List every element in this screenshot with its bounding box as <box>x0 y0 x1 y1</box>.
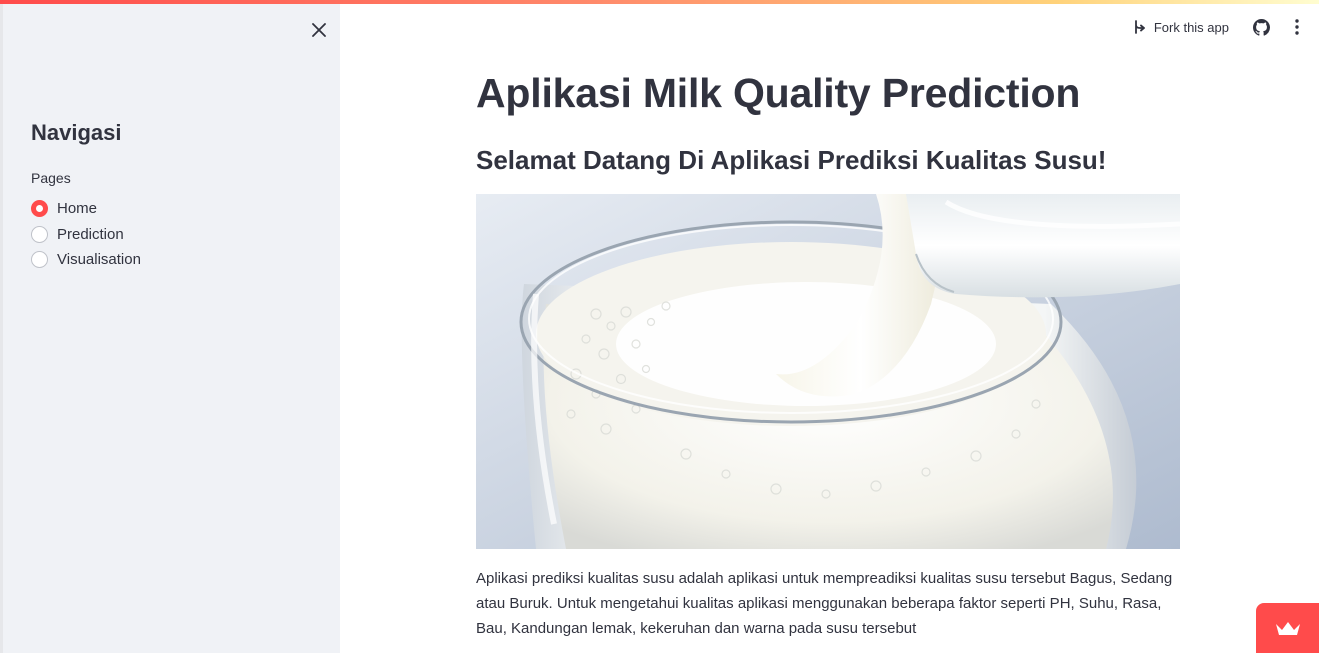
radio-option-prediction[interactable]: Prediction <box>31 222 141 248</box>
milk-pour-illustration <box>476 194 1180 549</box>
radio-option-label: Home <box>57 200 98 218</box>
radio-option-visualisation[interactable]: Visualisation <box>31 247 141 273</box>
main-menu-button[interactable] <box>1285 15 1309 39</box>
radio-option-label: Prediction <box>57 225 124 243</box>
radio-button[interactable] <box>31 225 48 243</box>
page-title: Aplikasi Milk Quality Prediction <box>476 70 1081 116</box>
fork-icon <box>1134 20 1145 34</box>
close-sidebar-button[interactable] <box>307 18 331 42</box>
crown-icon <box>1275 622 1300 635</box>
fork-app-label: Fork this app <box>1153 19 1229 35</box>
app-toolbar: Fork this app <box>1132 14 1309 40</box>
radio-option-label: Visualisation <box>57 251 141 269</box>
radio-button[interactable] <box>31 251 48 269</box>
description-paragraph: Aplikasi prediksi kualitas susu adalah a… <box>476 570 1173 637</box>
github-button[interactable] <box>1249 15 1273 39</box>
sidebar-title: Navigasi <box>31 120 122 145</box>
page-subtitle: Selamat Datang Di Aplikasi Prediksi Kual… <box>476 145 1107 175</box>
sidebar: Navigasi Pages Home Prediction Visualisa… <box>0 0 340 653</box>
top-decoration-bar <box>0 0 1319 4</box>
radio-group-label: Pages <box>31 170 71 186</box>
kebab-menu-icon <box>1295 19 1299 35</box>
radio-button-checked[interactable] <box>31 200 48 218</box>
pages-radio-group: Home Prediction Visualisation <box>31 196 141 273</box>
fork-app-button[interactable]: Fork this app <box>1132 19 1229 35</box>
streamlit-badge-button[interactable] <box>1256 603 1319 653</box>
milk-glass-image <box>476 194 1180 549</box>
close-icon <box>312 23 326 37</box>
github-icon <box>1252 18 1270 36</box>
radio-option-home[interactable]: Home <box>31 196 141 222</box>
